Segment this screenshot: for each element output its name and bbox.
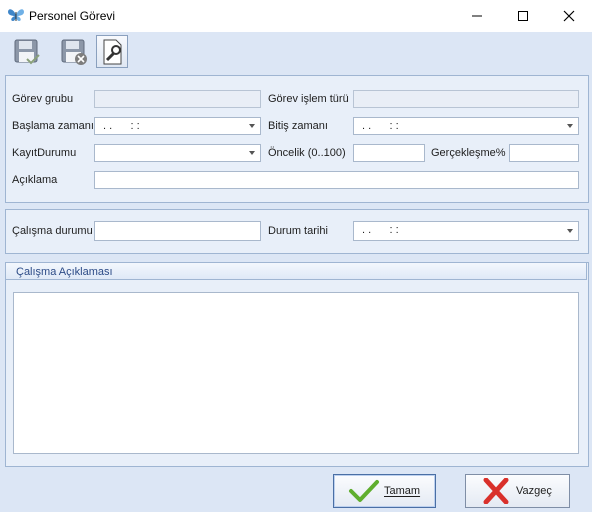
bitis-zamani-field[interactable]: . . : : [353,117,579,135]
cancel-button-label: Vazgeç [516,485,552,497]
minimize-button[interactable] [454,0,500,31]
bitis-zamani-value: . . : : [362,120,399,132]
minimize-icon [472,15,482,16]
kayit-durumu-label: KayıtDurumu [12,147,77,159]
close-icon [563,10,575,21]
delete-icon [61,39,87,65]
gorev-grubu-field[interactable] [94,90,261,108]
chevron-down-icon [567,124,573,128]
chevron-down-icon [249,124,255,128]
gorev-islem-turu-field[interactable] [353,90,579,108]
gorev-islem-turu-label: Görev işlem türü [268,93,349,105]
baslama-zamani-label: Başlama zamanı [12,120,94,132]
oncelik-label: Öncelik (0..100) [268,147,346,159]
baslama-zamani-field[interactable]: . . : : [94,117,261,135]
baslama-zamani-value: . . : : [103,120,140,132]
gerceklesme-label: Gerçekleşme% [431,147,506,159]
durum-tarihi-value: . . : : [362,224,399,236]
title-bar: Personel Görevi [0,0,592,32]
butterfly-icon [8,9,24,21]
durum-tarihi-field[interactable]: . . : : [353,221,579,241]
window-title: Personel Görevi [29,9,116,23]
kayit-durumu-field[interactable] [94,144,261,162]
tools-icon [103,39,122,64]
toolbar [0,32,592,72]
save-icon [14,39,40,64]
work-description-textarea[interactable] [13,292,579,454]
gorev-grubu-label: Görev grubu [12,93,74,105]
calisma-durumu-label: Çalışma durumu [12,225,93,237]
aciklama-field[interactable] [94,171,579,189]
maximize-button[interactable] [500,0,546,31]
durum-tarihi-label: Durum tarihi [268,225,328,237]
close-button[interactable] [546,0,592,31]
aciklama-label: Açıklama [12,174,58,186]
delete-button[interactable] [58,35,90,68]
checkmark-icon [349,480,379,502]
maximize-icon [518,10,528,21]
gerceklesme-field[interactable] [509,144,579,162]
ok-button-label: Tamam [384,485,421,497]
cancel-button[interactable]: Vazgeç [465,474,570,508]
tools-button[interactable] [96,35,128,68]
chevron-down-icon [249,151,255,155]
ok-button[interactable]: Tamam [333,474,436,508]
cross-icon [483,478,509,504]
save-button[interactable] [11,35,43,68]
oncelik-field[interactable] [353,144,425,162]
chevron-down-icon [567,229,573,233]
calisma-durumu-field[interactable] [94,221,261,241]
bitis-zamani-label: Bitiş zamanı [268,120,328,132]
work-description-header: Çalışma Açıklaması [5,262,587,280]
work-description-title: Çalışma Açıklaması [16,266,113,278]
